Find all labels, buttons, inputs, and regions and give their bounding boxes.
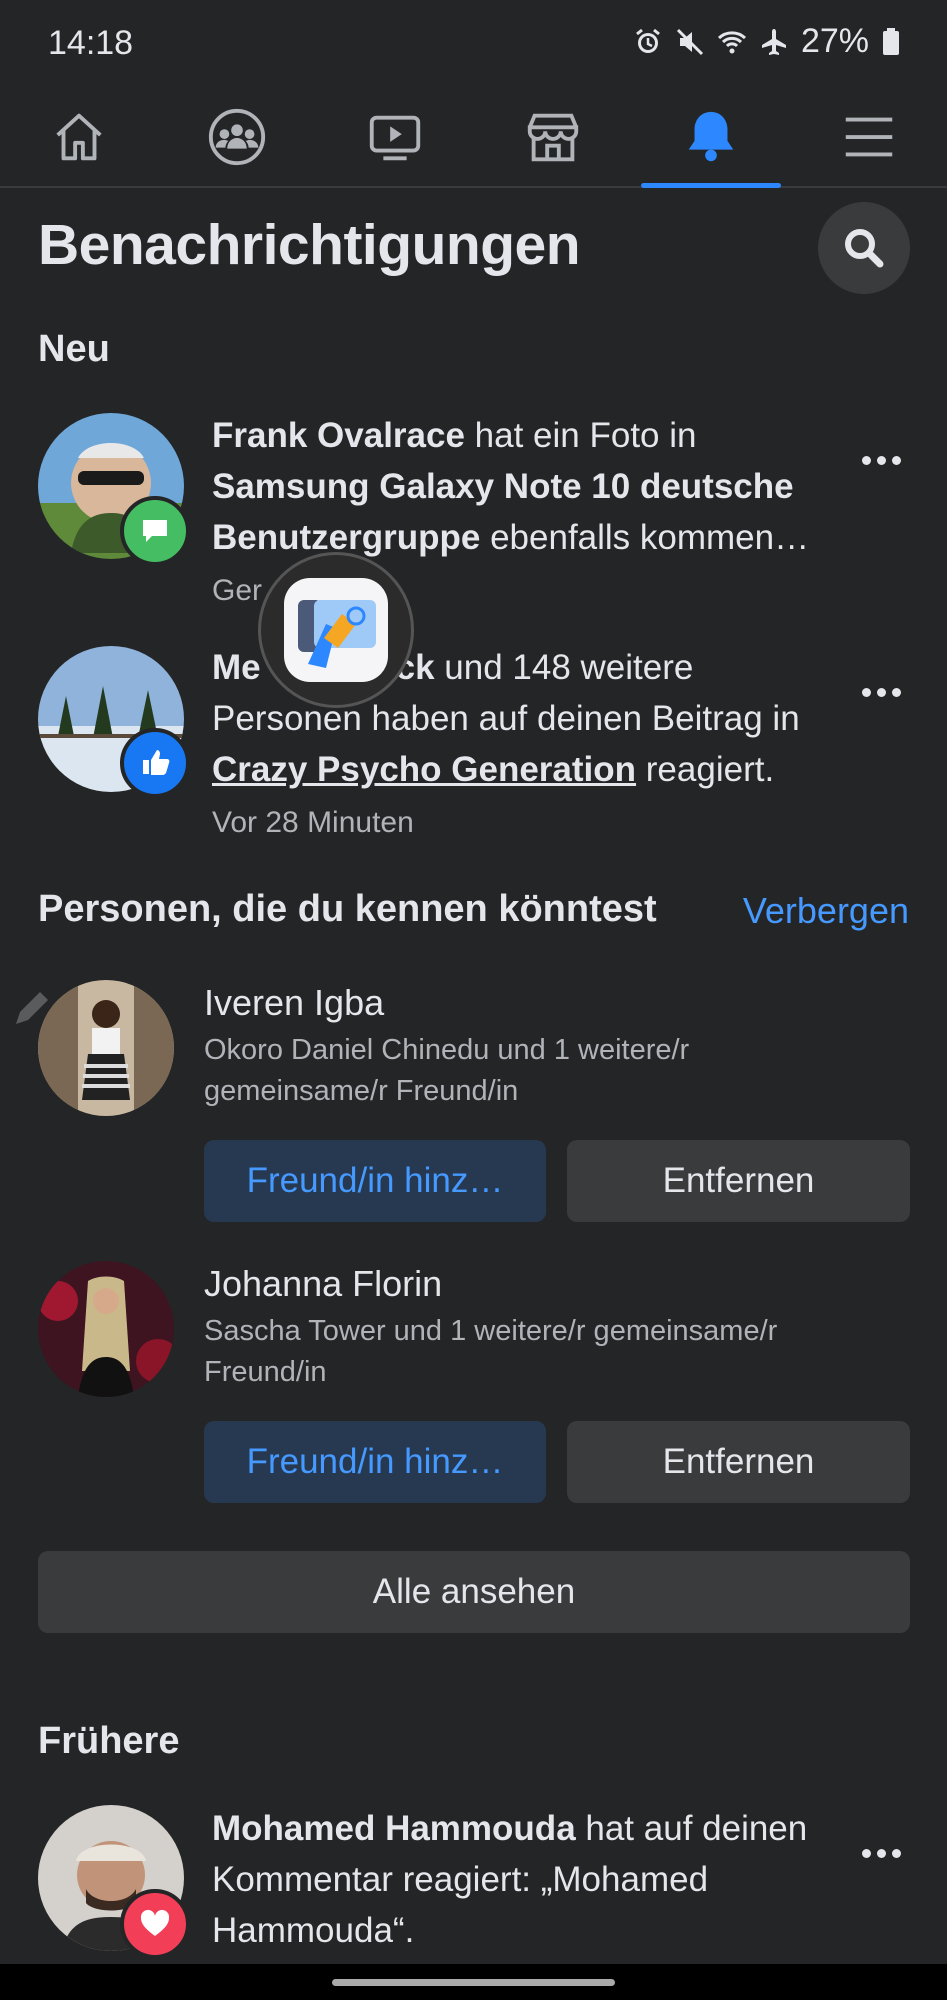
avatar[interactable] (38, 1261, 174, 1397)
home-gesture-handle[interactable] (332, 1979, 615, 1986)
notification-group-link[interactable]: Crazy Psycho Generation (212, 750, 636, 789)
mute-icon (676, 28, 703, 55)
page-title: Benachrichtigungen (38, 213, 581, 277)
mutual-friends: Okoro Daniel Chinedu und 1 weitere/r gem… (204, 1034, 690, 1107)
remove-button[interactable]: Entfernen (567, 1140, 910, 1222)
video-icon (369, 115, 421, 161)
tab-home[interactable] (0, 88, 158, 186)
person-name[interactable]: Johanna Florin (204, 1263, 442, 1305)
status-bar: 14:18 27% (0, 0, 947, 88)
avatar[interactable] (38, 980, 174, 1116)
tab-groups[interactable] (158, 88, 316, 186)
battery-icon (883, 27, 899, 55)
notification-time: Ger (212, 574, 263, 607)
groups-icon (208, 108, 266, 166)
tab-notifications[interactable] (632, 88, 790, 188)
tab-video[interactable] (316, 88, 474, 186)
marketplace-icon (527, 113, 579, 162)
top-nav (0, 88, 947, 188)
mutual-friends: Sascha Tower und 1 weitere/r gemeinsame/… (204, 1315, 778, 1388)
like-icon (120, 728, 190, 798)
notification-actor: Me (212, 648, 261, 687)
tab-menu[interactable] (790, 88, 947, 186)
floating-app-bubble[interactable] (258, 552, 414, 708)
add-friend-button[interactable]: Freund/in hinz… (204, 1421, 546, 1503)
status-time: 14:18 (48, 24, 134, 62)
system-nav-bar (0, 1964, 947, 2000)
alarm-icon (636, 28, 660, 53)
remove-button[interactable]: Entfernen (567, 1421, 910, 1503)
bell-icon (688, 111, 734, 162)
notification-text: Mohamed Hammouda hat auf deinen Kommenta… (212, 1809, 808, 1950)
home-icon (56, 113, 102, 161)
section-earlier-title: Frühere (38, 1720, 180, 1762)
wifi-icon (717, 30, 746, 53)
notification-time: Vor 28 Minuten (212, 806, 414, 839)
notification-actor: Mohamed Hammouda (212, 1809, 576, 1848)
search-button[interactable] (818, 202, 910, 294)
more-options-button[interactable] (851, 440, 911, 480)
heart-icon (120, 1889, 190, 1959)
tab-marketplace[interactable] (474, 88, 632, 186)
comment-icon (120, 496, 190, 566)
add-friend-button[interactable]: Freund/in hinz… (204, 1140, 546, 1222)
notification-actor: Frank Ovalrace (212, 416, 465, 455)
airplane-icon (761, 28, 786, 55)
section-people-title: Personen, die du kennen könntest (38, 888, 657, 930)
search-icon (845, 229, 884, 268)
overlay-app-icon (284, 578, 388, 682)
more-options-button[interactable] (851, 1833, 911, 1873)
section-new-title: Neu (38, 328, 110, 370)
person-name[interactable]: Iveren Igba (204, 982, 384, 1024)
more-options-button[interactable] (851, 672, 911, 712)
status-icons: 27% (633, 22, 901, 61)
hide-suggestions-link[interactable]: Verbergen (743, 890, 909, 932)
see-all-button[interactable]: Alle ansehen (38, 1551, 910, 1633)
battery-percent: 27% (800, 22, 869, 60)
menu-icon (845, 117, 893, 157)
